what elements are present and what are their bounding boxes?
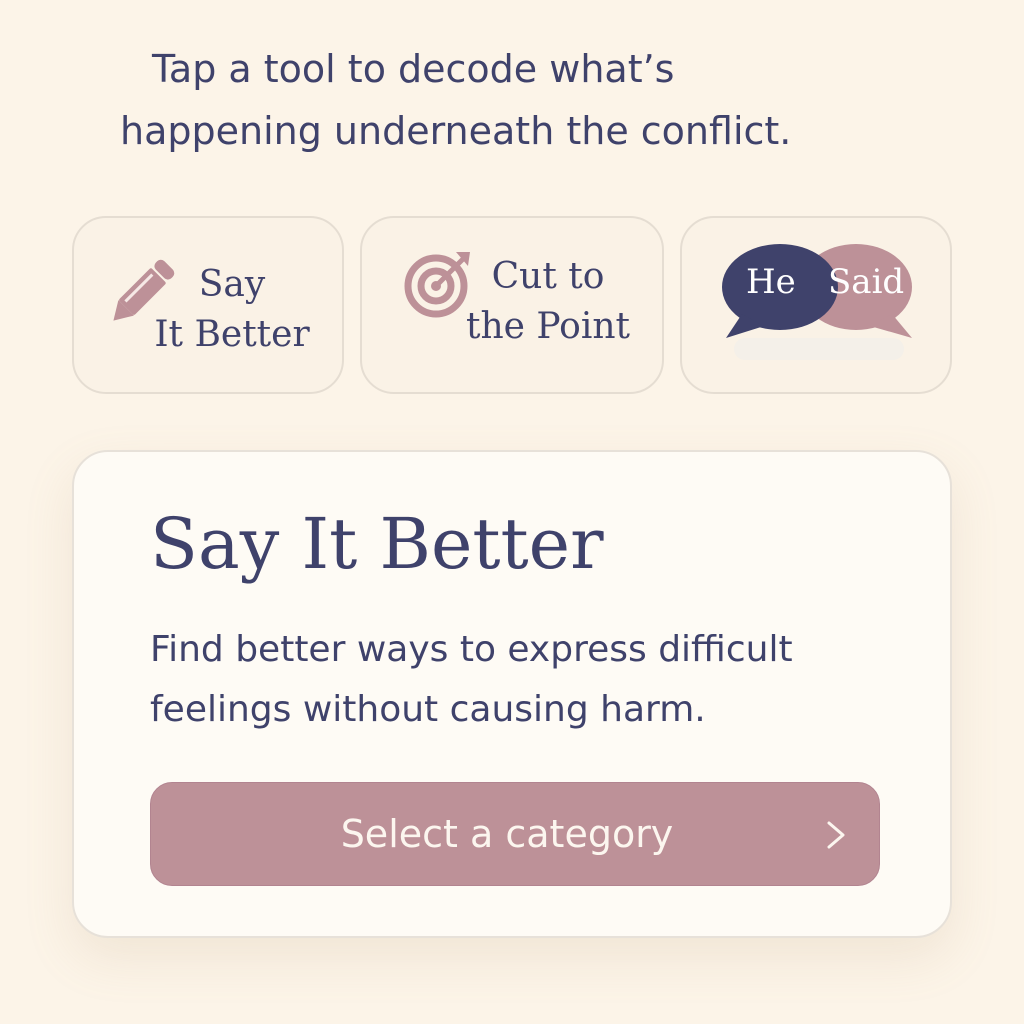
detail-description-line-2: feelings without causing harm. (150, 689, 706, 730)
tool-label-line-1: Say (198, 264, 266, 305)
chevron-right-icon (827, 821, 845, 849)
intro-line-2: happening underneath the conflict. (120, 109, 792, 153)
tool-he-said[interactable]: He Said (680, 216, 952, 394)
intro-text: Tap a tool to decode what’s happening un… (0, 38, 1024, 162)
detail-description-line-1: Find better ways to express difficult (150, 629, 793, 670)
detail-description: Find better ways to express difficult fe… (150, 620, 890, 740)
detail-title: Say It Better (150, 503, 604, 585)
tool-say-it-better[interactable]: Say It Better (72, 216, 344, 394)
tool-label: Cut to the Point (458, 252, 638, 352)
tool-label-line-2: It Better (154, 314, 310, 355)
bubble-said-text: Said (828, 262, 905, 302)
detail-card: Say It Better Find better ways to expres… (72, 450, 952, 938)
tool-label-line-1: Cut to (491, 256, 605, 297)
tool-cut-to-the-point[interactable]: Cut to the Point (360, 216, 664, 394)
decorative-smudge (734, 338, 904, 360)
select-category-button[interactable]: Select a category (150, 782, 880, 886)
bubble-he-text: He (746, 262, 796, 302)
select-category-label: Select a category (340, 812, 674, 856)
intro-line-1: Tap a tool to decode what’s (152, 47, 675, 91)
tool-label-line-2: the Point (465, 306, 630, 347)
tool-label: Say It Better (152, 260, 312, 360)
